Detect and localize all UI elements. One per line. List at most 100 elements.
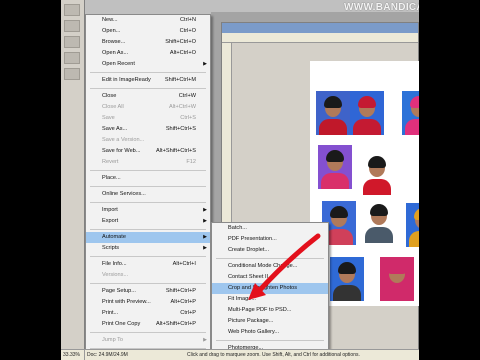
submenu-arrow-icon: ▶ <box>203 61 207 67</box>
menu-item-label: Picture Package... <box>228 318 274 324</box>
file_menu-item-save-as[interactable]: Save As... Shift+Ctrl+S <box>86 124 210 135</box>
passport-photo <box>360 151 394 195</box>
file_menu-item-scripts[interactable]: Scripts ▶ <box>86 243 210 254</box>
file_menu-item-automate[interactable]: Automate ▶ <box>86 232 210 243</box>
menu-item-shortcut: Ctrl+N <box>179 17 196 23</box>
passport-photo <box>362 199 396 243</box>
file_menu-item-jump-to[interactable]: Jump To ▶ <box>86 335 210 346</box>
file_menu-item-open-as[interactable]: Open As... Alt+Ctrl+O <box>86 48 210 59</box>
menu-item-label: Jump To <box>102 337 124 343</box>
menu-item-label: Online Services... <box>102 191 146 197</box>
passport-photo <box>350 91 384 135</box>
file_menu-item-open[interactable]: Open... Ctrl+O <box>86 26 210 37</box>
automate_menu-item-fit-image[interactable]: Fit Image... <box>212 294 328 305</box>
file-menu: New... Ctrl+N Open... Ctrl+O Browse... Shift+… <box>85 14 211 360</box>
bandicam-watermark: WWW.BANDICAM.C <box>344 2 419 13</box>
menu-item-label: Batch... <box>228 225 247 231</box>
submenu-arrow-icon: ▶ <box>203 234 207 240</box>
menu-item-shortcut: Alt+Ctrl+W <box>168 104 196 110</box>
menu-item-shortcut: Shift+Ctrl+S <box>165 126 196 132</box>
submenu-arrow-icon: ▶ <box>203 245 207 251</box>
menu-item-shortcut: Alt+Ctrl+O <box>169 50 196 56</box>
file_menu-item-print-with-preview[interactable]: Print with Preview... Alt+Ctrl+P <box>86 297 210 308</box>
menu-item-label: Browse... <box>102 39 126 45</box>
menu-item-label: Contact Sheet II... <box>228 274 273 280</box>
menu-item-label: Open As... <box>102 50 129 56</box>
file_menu-item-place[interactable]: Place... <box>86 173 210 184</box>
menu-item-label: PDF Presentation... <box>228 236 277 242</box>
file_menu-item-browse[interactable]: Browse... Shift+Ctrl+O <box>86 37 210 48</box>
file_menu-item-export[interactable]: Export ▶ <box>86 216 210 227</box>
menu-item-shortcut: F12 <box>186 159 196 165</box>
menu-separator <box>90 202 206 203</box>
file_menu-item-file-info[interactable]: File Info... Alt+Ctrl+I <box>86 259 210 270</box>
menu-item-shortcut: Ctrl+S <box>180 115 196 121</box>
brush-tool-icon[interactable] <box>64 52 80 64</box>
crop-tool-icon[interactable] <box>64 36 80 48</box>
file_menu-item-save-for-web[interactable]: Save for Web... Alt+Shift+Ctrl+S <box>86 146 210 157</box>
menu-item-label: Save <box>102 115 115 121</box>
file_menu-item-print-one-copy[interactable]: Print One Copy Alt+Shift+Ctrl+P <box>86 319 210 330</box>
menu-item-label: Save As... <box>102 126 128 132</box>
file_menu-item-online-services[interactable]: Online Services... <box>86 189 210 200</box>
menu-item-shortcut: Ctrl+P <box>180 310 196 316</box>
menu-item-label: Versions... <box>102 272 129 278</box>
passport-photo <box>380 257 414 301</box>
menu-separator <box>90 170 206 171</box>
file_menu-item-versions[interactable]: Versions... <box>86 270 210 281</box>
menu-item-label: Close All <box>102 104 124 110</box>
menu-item-label: Web Photo Gallery... <box>228 329 280 335</box>
marquee-tool-icon[interactable] <box>64 4 80 16</box>
menu-item-shortcut: Alt+Shift+Ctrl+P <box>156 321 196 327</box>
menu-separator <box>216 258 324 259</box>
menu-item-shortcut: Alt+Ctrl+I <box>172 261 196 267</box>
file_menu-item-save-a-version[interactable]: Save a Version... <box>86 135 210 146</box>
lasso-tool-icon[interactable] <box>64 20 80 32</box>
file_menu-item-close[interactable]: Close Ctrl+W <box>86 91 210 102</box>
menu-separator <box>90 283 206 284</box>
passport-photo <box>318 145 352 189</box>
automate_menu-item-pdf-presentation[interactable]: PDF Presentation... <box>212 234 328 245</box>
zoom-level[interactable]: 33.33% <box>63 350 85 360</box>
automate_menu-item-picture-package[interactable]: Picture Package... <box>212 316 328 327</box>
automate_menu-item-conditional-mode-change[interactable]: Conditional Mode Change... <box>212 261 328 272</box>
toolbox <box>61 0 85 350</box>
submenu-arrow-icon: ▶ <box>203 337 207 343</box>
submenu-arrow-icon: ▶ <box>203 218 207 224</box>
file_menu-item-edit-in-imageready[interactable]: Edit in ImageReady Shift+Ctrl+M <box>86 75 210 86</box>
file_menu-item-open-recent[interactable]: Open Recent ▶ <box>86 59 210 70</box>
automate_menu-item-multi-page-pdf-to-psd[interactable]: Multi-Page PDF to PSD... <box>212 305 328 316</box>
file_menu-item-import[interactable]: Import ▶ <box>86 205 210 216</box>
menu-item-label: Print... <box>102 310 119 316</box>
horizontal-ruler <box>222 33 418 43</box>
menu-separator <box>90 72 206 73</box>
eraser-tool-icon[interactable] <box>64 68 80 80</box>
file_menu-item-revert[interactable]: Revert F12 <box>86 157 210 168</box>
status-bar: 33.33% Doc: 24.9M/24.9M Click and drag t… <box>61 349 419 360</box>
file_menu-item-close-all[interactable]: Close All Alt+Ctrl+W <box>86 102 210 113</box>
menu-item-shortcut: Shift+Ctrl+M <box>164 77 196 83</box>
automate_menu-item-create-droplet[interactable]: Create Droplet... <box>212 245 328 256</box>
menu-separator <box>90 229 206 230</box>
menu-item-label: Multi-Page PDF to PSD... <box>228 307 292 313</box>
menu-item-label: Crop and Straighten Photos <box>228 285 298 291</box>
menu-separator <box>90 88 206 89</box>
document-size[interactable]: Doc: 24.9M/24.9M <box>87 350 128 360</box>
passport-photo <box>330 257 364 301</box>
left-letterbox <box>0 0 61 360</box>
menu-item-shortcut: Shift+Ctrl+O <box>165 39 196 45</box>
file_menu-item-print[interactable]: Print... Ctrl+P <box>86 308 210 319</box>
file_menu-item-save[interactable]: Save Ctrl+S <box>86 113 210 124</box>
automate_menu-item-contact-sheet-ii[interactable]: Contact Sheet II... <box>212 272 328 283</box>
menu-item-shortcut: Shift+Ctrl+P <box>165 288 196 294</box>
automate_menu-item-batch[interactable]: Batch... <box>212 223 328 234</box>
file_menu-item-new[interactable]: New... Ctrl+N <box>86 15 210 26</box>
menu-separator <box>90 256 206 257</box>
file_menu-item-page-setup[interactable]: Page Setup... Shift+Ctrl+P <box>86 286 210 297</box>
document-title-bar[interactable] <box>222 23 418 33</box>
automate_menu-item-crop-and-straighten-photos[interactable]: Crop and Straighten Photos <box>212 283 328 294</box>
automate_menu-item-web-photo-gallery[interactable]: Web Photo Gallery... <box>212 327 328 338</box>
menu-item-label: New... <box>102 17 118 23</box>
menu-item-shortcut: Alt+Ctrl+P <box>170 299 197 305</box>
menu-item-label: Print with Preview... <box>102 299 151 305</box>
